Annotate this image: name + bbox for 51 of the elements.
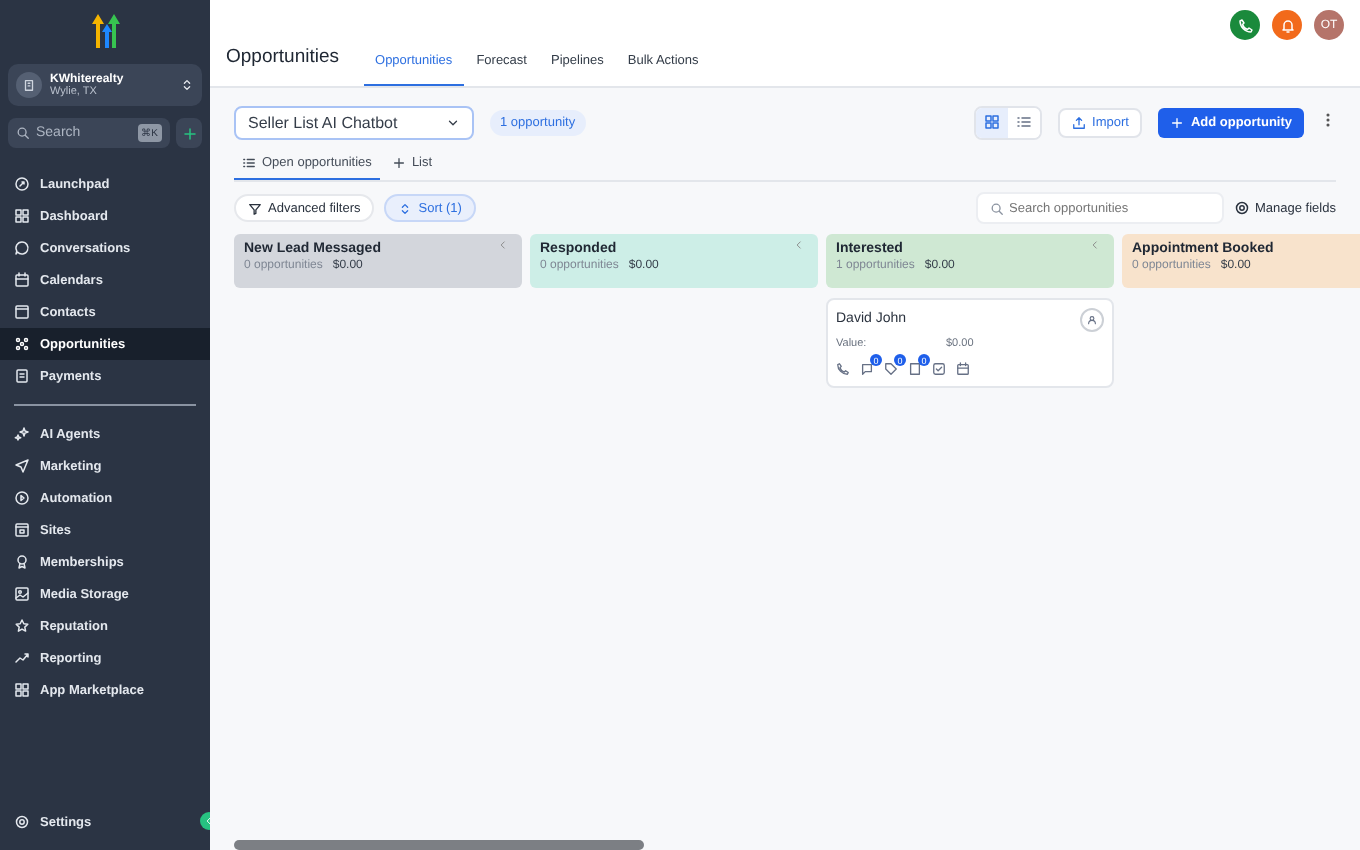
window-icon <box>14 522 30 538</box>
note-icon <box>908 362 922 376</box>
checkbox-icon <box>932 362 946 376</box>
grid-icon <box>14 208 30 224</box>
phone-button[interactable] <box>1230 10 1260 40</box>
ribbon-icon <box>14 554 30 570</box>
grid-icon <box>14 682 30 698</box>
bell-icon <box>1279 17 1295 33</box>
upload-icon <box>1072 115 1087 129</box>
chevron-left-icon <box>1090 240 1100 250</box>
chevron-updown-icon <box>180 78 194 92</box>
collapse-stage-button[interactable] <box>498 240 508 254</box>
plus-icon <box>391 156 406 170</box>
horizontal-scrollbar[interactable] <box>234 840 644 850</box>
chat-bubble-icon <box>14 240 30 256</box>
person-icon <box>1086 314 1098 326</box>
sort-icon <box>398 201 413 215</box>
grid-view-button[interactable] <box>976 107 1009 137</box>
building-icon <box>22 78 36 92</box>
page-title: Opportunities <box>226 46 340 72</box>
play-circle-icon <box>14 490 30 506</box>
pipeline-dropdown[interactable]: Seller List AI Chatbot <box>234 105 474 139</box>
chat-bubble-icon <box>860 362 874 376</box>
send-icon <box>14 458 30 474</box>
filter-icon <box>248 201 262 215</box>
notifications-button[interactable] <box>1272 10 1302 40</box>
list-icon <box>242 156 256 170</box>
plus-icon <box>1170 115 1185 129</box>
image-icon <box>14 586 30 602</box>
sparkle-icon <box>14 426 30 442</box>
add-button[interactable] <box>176 118 202 148</box>
calendar-icon <box>14 272 30 288</box>
list-icon <box>1016 114 1033 130</box>
trend-icon <box>14 650 30 666</box>
search-icon <box>16 126 30 140</box>
chevron-down-icon <box>446 115 460 129</box>
dots-cluster-icon <box>14 336 30 352</box>
star-icon <box>14 618 30 634</box>
chevron-left-icon <box>794 240 804 250</box>
collapse-stage-button[interactable] <box>1090 240 1100 254</box>
phone-icon <box>836 362 850 376</box>
contact-card-icon <box>14 304 30 320</box>
receipt-icon <box>14 368 30 384</box>
calendar-icon <box>956 362 970 376</box>
phone-icon <box>1237 17 1253 33</box>
tag-icon <box>884 362 898 376</box>
search-icon <box>989 201 1004 215</box>
chevron-left-icon <box>498 240 508 250</box>
plus-icon <box>181 125 197 141</box>
collapse-stage-button[interactable] <box>794 240 804 254</box>
grid-icon <box>984 114 1001 130</box>
